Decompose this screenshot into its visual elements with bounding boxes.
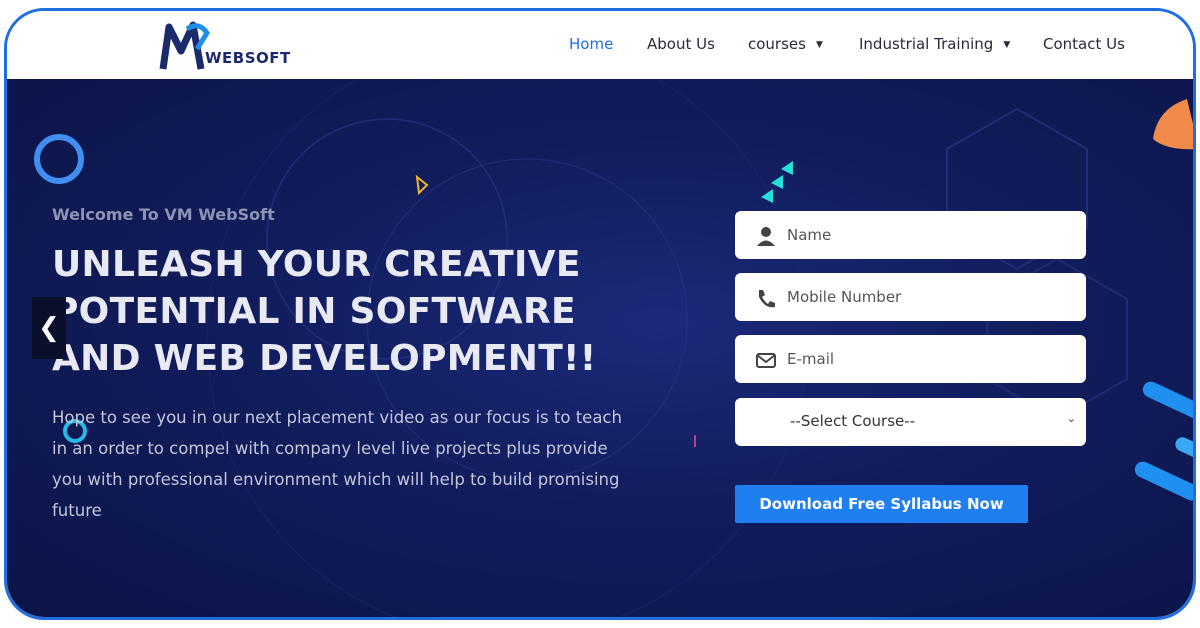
mobile-input[interactable] (787, 283, 1072, 311)
mobile-field[interactable] (735, 273, 1086, 321)
name-field[interactable] (735, 211, 1086, 259)
welcome-text: Welcome To VM WebSoft (52, 205, 275, 224)
brand-logo[interactable]: WEBSOFT (157, 19, 307, 73)
hero-headline: UNLEASH YOUR CREATIVE POTENTIAL IN SOFTW… (52, 244, 597, 379)
nav-home[interactable]: Home (569, 35, 613, 53)
mail-icon (756, 353, 776, 368)
user-icon (757, 227, 775, 246)
chevron-down-icon: ▼ (815, 40, 823, 50)
course-select-value: --Select Course-- (790, 412, 916, 430)
hero-banner: Welcome To VM WebSoft UNLEASH YOUR CREAT… (7, 79, 1193, 617)
course-select[interactable]: --Select Course-- ⌄ (735, 398, 1086, 446)
email-input[interactable] (787, 345, 1072, 373)
page-frame: WEBSOFT Home About Us courses ▼ Industria… (4, 8, 1196, 620)
email-field[interactable] (735, 335, 1086, 383)
navbar: WEBSOFT Home About Us courses ▼ Industria… (7, 11, 1193, 79)
nav-training-label: Industrial Training (859, 35, 994, 53)
carousel-prev-button[interactable]: ❮ (32, 297, 66, 359)
nav-about-label: About Us (647, 35, 715, 53)
nav-industrial-training[interactable]: Industrial Training ▼ (859, 35, 1010, 53)
chevron-down-icon: ▼ (1003, 40, 1011, 50)
nav-courses[interactable]: courses ▼ (748, 35, 823, 53)
nav-contact-us[interactable]: Contact Us (1043, 35, 1125, 53)
nav-courses-label: courses (748, 35, 806, 53)
chevron-left-icon: ❮ (38, 313, 60, 343)
nav-contact-label: Contact Us (1043, 35, 1125, 53)
phone-icon (759, 290, 775, 308)
chevron-down-icon: ⌄ (1066, 412, 1076, 425)
nav-about-us[interactable]: About Us (647, 35, 715, 53)
name-input[interactable] (787, 221, 1072, 249)
logo-text: WEBSOFT (205, 49, 291, 67)
nav-home-label: Home (569, 35, 614, 53)
download-syllabus-button[interactable]: Download Free Syllabus Now (735, 485, 1028, 523)
hero-subtext: Hope to see you in our next placement vi… (52, 408, 622, 520)
